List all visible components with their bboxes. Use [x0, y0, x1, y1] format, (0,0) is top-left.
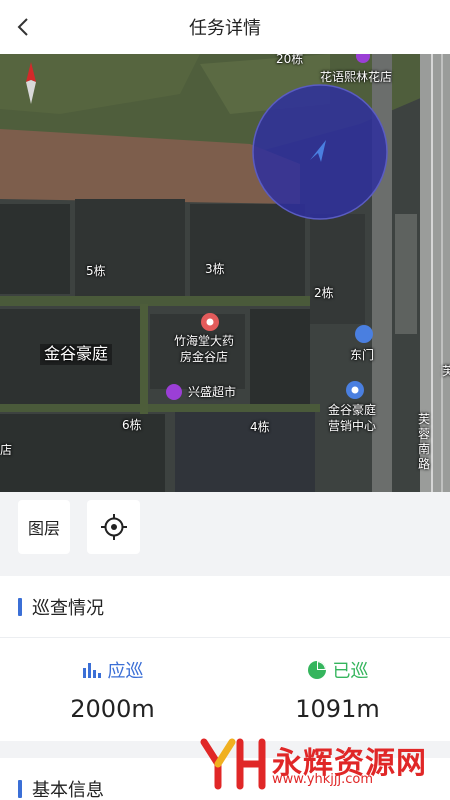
- section-accent-bar: [18, 780, 22, 798]
- satellite-map-image: [0, 54, 450, 492]
- stat-should-patrol: 应巡 2000m: [0, 638, 225, 741]
- crosshair-icon: [100, 514, 127, 540]
- page-title: 任务详情: [189, 18, 261, 39]
- pharmacy-line-1: 竹海堂大药: [174, 334, 235, 348]
- top-nav-bar: 任务详情: [0, 0, 450, 54]
- map-view[interactable]: 20栋 花语熙林花店 5栋 3栋 2栋 竹海堂大药 房金谷店 金谷豪庭 东门 兴…: [0, 54, 450, 492]
- road-char-3: 南: [418, 442, 431, 456]
- patrol-stats: 应巡 2000m 已巡 1091m: [0, 638, 450, 741]
- bar-chart-icon: [82, 662, 101, 678]
- map-label-bldg-5: 5栋: [86, 264, 106, 278]
- sales-line-2: 营销中心: [328, 418, 377, 433]
- watermark: 永辉资源网 www.yhkjjj.com: [200, 738, 427, 790]
- done-patrol-value: 1091m: [295, 694, 380, 723]
- map-toolbar: 图层: [0, 492, 450, 576]
- pie-chart-icon: [307, 660, 326, 679]
- layer-button[interactable]: 图层: [18, 500, 70, 554]
- road-char-2: 蓉: [418, 427, 431, 441]
- done-patrol-label: 已巡: [332, 660, 369, 682]
- map-label-florist[interactable]: 花语熙林花店: [320, 70, 392, 86]
- pharmacy-line-2: 房金谷店: [180, 349, 229, 364]
- map-label-bldg-4: 4栋: [250, 420, 270, 434]
- chevron-left-icon: [17, 18, 28, 36]
- patrol-section-header: 巡查情况: [0, 576, 450, 638]
- watermark-logo-icon: [200, 738, 266, 790]
- road-char-4: 路: [418, 457, 431, 471]
- section-accent-bar: [18, 597, 22, 616]
- map-label-shop-edge: 店: [0, 443, 13, 457]
- sales-line-1: 金谷豪庭: [328, 403, 377, 417]
- map-label-pharmacy[interactable]: 竹海堂大药 房金谷店: [174, 334, 234, 365]
- patrol-section-title: 巡查情况: [32, 597, 104, 619]
- map-label-road-right: 芙: [442, 364, 450, 378]
- map-label-road: 芙 蓉 南 路: [418, 412, 430, 472]
- app-screen: 任务详情 20栋 花语熙林花店 5栋 3栋 2栋 竹海堂大药 房金谷店 金谷豪庭…: [0, 0, 450, 800]
- should-patrol-label: 应巡: [107, 660, 144, 682]
- watermark-url: www.yhkjjj.com: [272, 772, 374, 787]
- map-label-community: 金谷豪庭: [40, 344, 113, 365]
- should-patrol-value: 2000m: [70, 694, 155, 723]
- basic-section-title: 基本信息: [32, 780, 104, 800]
- patrol-status-card: 巡查情况 应巡 2000m 已巡 1091m: [0, 576, 450, 741]
- map-label-bldg-20: 20栋: [276, 54, 304, 66]
- map-label-bldg-6: 6栋: [122, 418, 142, 432]
- map-label-supermarket[interactable]: 兴盛超市: [188, 385, 236, 401]
- road-char-1: 芙: [418, 412, 431, 426]
- map-label-sales-center[interactable]: 金谷豪庭 营销中心: [328, 403, 376, 434]
- locate-button[interactable]: [87, 500, 140, 554]
- map-label-east-gate[interactable]: 东门: [350, 348, 374, 364]
- stat-done-patrol: 已巡 1091m: [225, 638, 450, 741]
- map-label-bldg-2: 2栋: [314, 286, 334, 300]
- back-button[interactable]: [10, 13, 38, 41]
- map-label-bldg-3: 3栋: [205, 262, 225, 276]
